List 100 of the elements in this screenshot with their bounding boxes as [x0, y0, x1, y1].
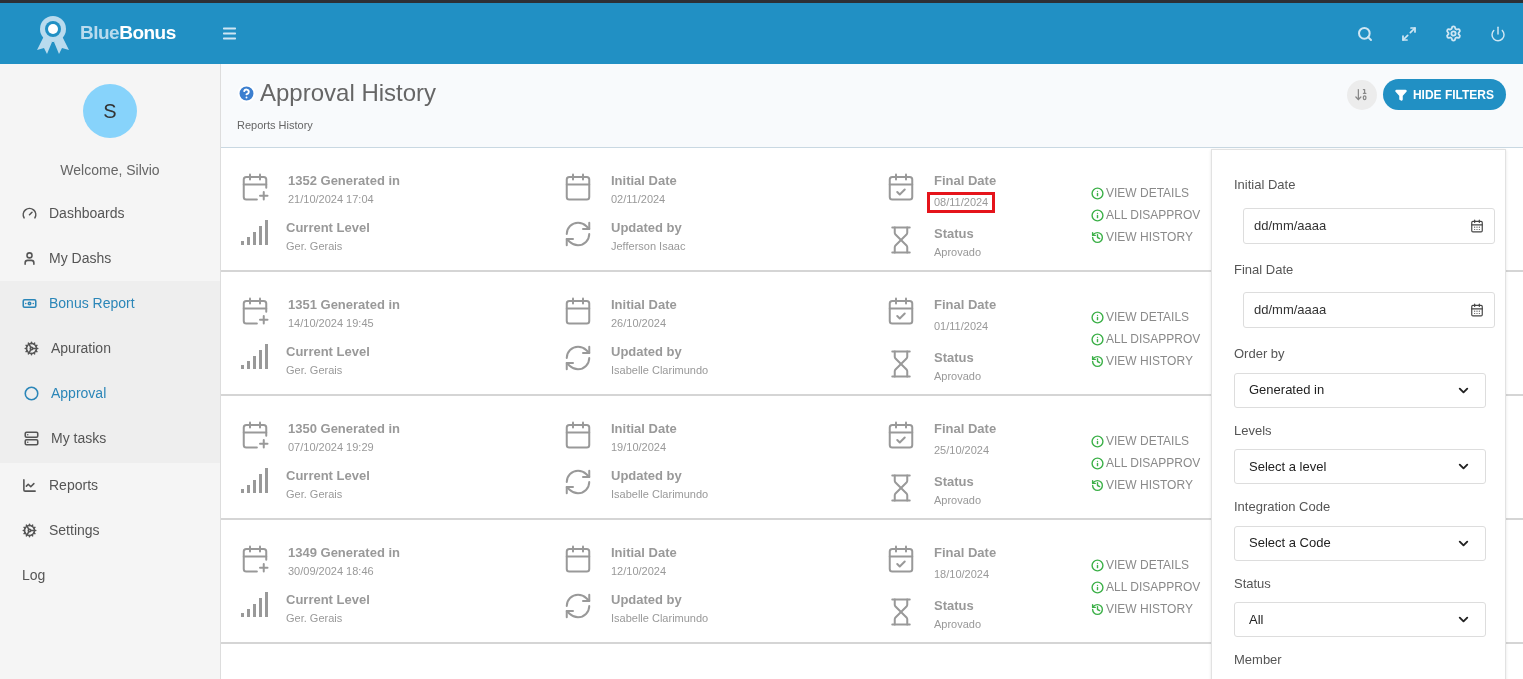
field-value: Aprovado: [934, 245, 982, 260]
refresh-icon: [563, 219, 593, 249]
signal-bars-icon: [240, 591, 268, 617]
sidebar-item[interactable]: Settings: [0, 508, 220, 553]
info-icon: [1091, 580, 1104, 594]
field-label: Current Level: [286, 591, 370, 609]
field-label: Final Date: [934, 544, 997, 562]
info-icon: [1091, 310, 1104, 324]
field-label: Status: [934, 597, 975, 615]
field-label: Updated by: [611, 219, 683, 237]
field-value: Isabelle Clarimundo: [611, 487, 709, 502]
settings-icon[interactable]: [1445, 25, 1462, 42]
info-icon: [1091, 456, 1104, 470]
menu-icon[interactable]: [221, 25, 238, 42]
signal-bars-icon: [240, 219, 268, 245]
history-icon: [1091, 478, 1104, 492]
signal-bars-icon: [240, 467, 268, 493]
field-label: Final Date: [934, 296, 997, 314]
sidebar-item[interactable]: Approval: [0, 371, 220, 416]
sidebar-item[interactable]: Apuration: [0, 326, 220, 371]
calendar-icon: [563, 296, 593, 326]
action-link[interactable]: VIEW HISTORY: [1091, 228, 1201, 246]
info-icon: [1091, 558, 1104, 572]
signal-bars-icon: [240, 343, 268, 369]
action-link[interactable]: VIEW HISTORY: [1091, 600, 1201, 618]
refresh-icon: [563, 467, 593, 497]
date-field[interactable]: dd/mm/aaaa: [1243, 207, 1495, 244]
page-subtitle: Reports History: [237, 118, 314, 133]
action-link[interactable]: ALL DISAPPROV: [1091, 330, 1201, 348]
field-label: Final Date: [934, 172, 997, 190]
filter-icon: [1394, 88, 1407, 101]
gear-icon: [22, 523, 37, 538]
field-label: Current Level: [286, 219, 370, 237]
filter-label: Order by: [1234, 345, 1286, 363]
action-link[interactable]: VIEW HISTORY: [1091, 476, 1201, 494]
sidebar-item[interactable]: Log: [0, 553, 220, 598]
refresh-icon: [563, 343, 593, 373]
history-icon: [1091, 230, 1104, 244]
help-icon[interactable]: [237, 83, 256, 103]
calendar-check-icon: [886, 172, 916, 202]
field-label: Updated by: [611, 467, 683, 485]
filter-label: Status: [1234, 574, 1272, 593]
field-value: 21/10/2024 17:04: [288, 192, 375, 207]
field-label: Status: [934, 349, 975, 367]
select-field[interactable]: Generated in: [1234, 372, 1486, 408]
search-icon[interactable]: [1357, 25, 1373, 42]
calendar-plus-icon: [240, 544, 270, 574]
sidebar-item[interactable]: Dashboards: [0, 191, 220, 236]
info-icon: [1091, 434, 1104, 448]
field-value: Ger. Gerais: [286, 611, 344, 626]
sidebar-item[interactable]: Bonus Report: [0, 281, 220, 326]
sidebar-item[interactable]: Reports: [0, 463, 220, 508]
date-input[interactable]: dd/mm/aaaa: [1254, 215, 1470, 236]
field-label: Initial Date: [611, 420, 677, 438]
gauge-icon: [22, 206, 37, 221]
field-value: 14/10/2024 19:45: [288, 316, 375, 331]
sort-icon: [1354, 87, 1370, 102]
filter-label: Levels: [1234, 421, 1273, 440]
history-icon: [1091, 354, 1104, 368]
select-field[interactable]: Select a Code: [1234, 525, 1486, 561]
date-field[interactable]: dd/mm/aaaa: [1243, 292, 1495, 328]
power-icon[interactable]: [1490, 25, 1506, 42]
field-label: 1350 Generated in: [288, 420, 400, 438]
banknote-icon: [22, 296, 37, 311]
refresh-icon: [563, 591, 593, 621]
action-link[interactable]: VIEW DETAILS: [1091, 432, 1201, 450]
hide-filters-button[interactable]: HIDE FILTERS: [1382, 79, 1506, 110]
calendar-plus-icon: [240, 420, 270, 450]
field-value: Isabelle Clarimundo: [611, 363, 709, 378]
line-chart-icon: [22, 478, 37, 493]
welcome-text: Welcome, Silvio: [60, 161, 160, 180]
field-value: 08/11/2024: [927, 192, 996, 213]
field-value: Isabelle Clarimundo: [611, 611, 709, 626]
date-input[interactable]: dd/mm/aaaa: [1254, 300, 1470, 320]
action-link[interactable]: VIEW DETAILS: [1091, 308, 1201, 326]
field-value: Ger. Gerais: [286, 363, 344, 378]
field-value: Aprovado: [934, 369, 982, 384]
field-label: Status: [934, 473, 975, 491]
sidebar-item[interactable]: My tasks: [0, 416, 220, 461]
ribbon-logo-icon: [34, 13, 72, 54]
field-value: 25/10/2024: [933, 443, 991, 458]
action-link[interactable]: ALL DISAPPROV: [1091, 454, 1201, 472]
action-link[interactable]: ALL DISAPPROV: [1091, 206, 1201, 224]
field-label: Current Level: [286, 467, 370, 485]
sidebar-item[interactable]: My Dashs: [0, 236, 220, 281]
info-icon: [1091, 186, 1104, 200]
info-icon: [1091, 208, 1104, 222]
field-value: Jefferson Isaac: [611, 239, 686, 254]
select-field[interactable]: All: [1234, 602, 1486, 637]
field-label: 1351 Generated in: [288, 296, 400, 314]
action-link[interactable]: VIEW DETAILS: [1091, 184, 1201, 202]
expand-icon[interactable]: [1401, 25, 1417, 42]
select-field[interactable]: Select a level: [1234, 449, 1486, 484]
action-link[interactable]: VIEW DETAILS: [1091, 556, 1201, 574]
calendar-icon: [1470, 303, 1484, 317]
sort-button[interactable]: [1346, 79, 1377, 110]
action-link[interactable]: ALL DISAPPROV: [1091, 578, 1201, 596]
field-label: 1349 Generated in: [288, 544, 400, 562]
action-link[interactable]: VIEW HISTORY: [1091, 352, 1201, 370]
field-value: 26/10/2024: [611, 316, 668, 331]
